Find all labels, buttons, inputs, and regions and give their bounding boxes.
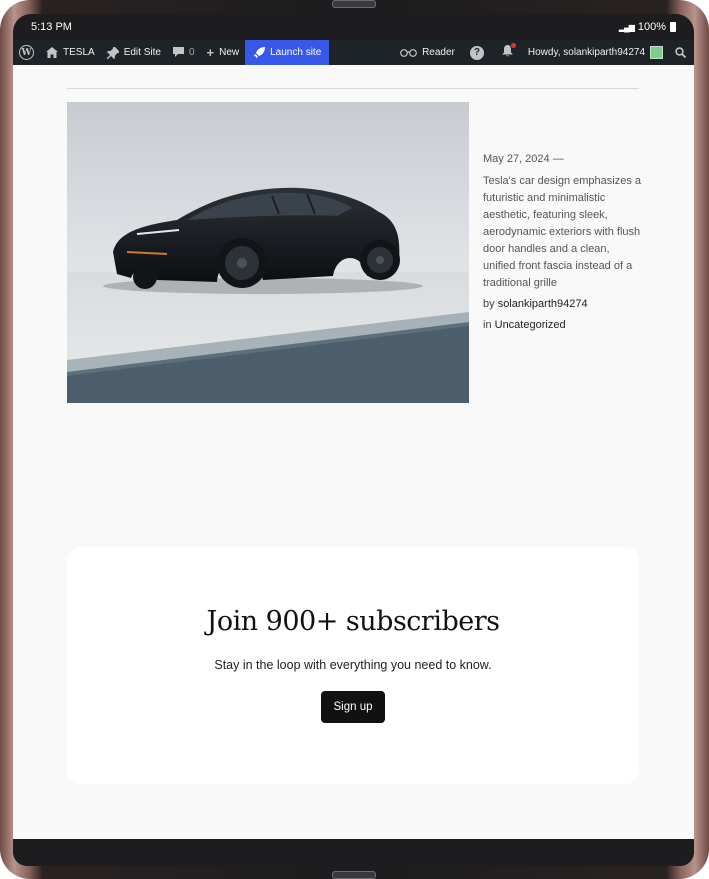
reader-glasses-icon — [400, 49, 417, 57]
subscribe-title: Join 900+ subscribers — [206, 606, 501, 637]
avatar — [650, 46, 663, 59]
content-divider — [67, 88, 639, 89]
in-prefix: in — [483, 319, 492, 331]
subscribe-card: Join 900+ subscribers Stay in the loop w… — [67, 547, 639, 784]
new-content-link[interactable]: + New — [201, 40, 246, 65]
search-icon — [675, 47, 686, 58]
by-prefix: by — [483, 298, 495, 310]
edit-site-label: Edit Site — [123, 47, 161, 58]
new-label: New — [219, 47, 240, 58]
wp-admin-bar: W TESLA Edit Site 0 + New Launch site Re… — [13, 40, 694, 65]
page-content: May 27, 2024 — Tesla's car design emphas… — [13, 65, 694, 839]
signal-icon: ▂▄▆ — [618, 22, 635, 32]
launch-site-label: Launch site — [270, 47, 322, 58]
reader-label: Reader — [422, 47, 455, 58]
sign-up-button[interactable]: Sign up — [321, 691, 385, 723]
rocket-icon — [253, 46, 266, 58]
post-category-line: in Uncategorized — [483, 317, 643, 334]
site-name-link[interactable]: TESLA — [40, 40, 101, 65]
comment-bubble-icon — [172, 47, 184, 57]
post-excerpt: Tesla's car design emphasizes a futurist… — [483, 175, 642, 289]
post-date[interactable]: May 27, 2024 — — [483, 153, 643, 165]
comments-link[interactable]: 0 — [167, 40, 201, 65]
reader-link[interactable]: Reader — [394, 40, 461, 65]
wordpress-menu[interactable]: W — [13, 40, 40, 65]
comments-count: 0 — [188, 47, 195, 58]
battery-percent: 100% — [637, 21, 666, 33]
author-link[interactable]: solankiparth94274 — [498, 298, 588, 310]
notification-dot — [510, 43, 516, 48]
bell-icon — [501, 43, 516, 60]
featured-image-tesla-car[interactable] — [67, 102, 469, 403]
edit-site-link[interactable]: Edit Site — [101, 40, 167, 65]
status-bar: 5:13 PM ▂▄▆ 100% — [13, 14, 694, 40]
hinge-top — [332, 0, 376, 8]
home-icon — [46, 47, 58, 58]
post-meta: May 27, 2024 — Tesla's car design emphas… — [483, 153, 643, 334]
plus-icon: + — [206, 45, 215, 60]
screen: 5:13 PM ▂▄▆ 100% W TESLA Edit Site 0 + N… — [13, 14, 694, 866]
category-link[interactable]: Uncategorized — [495, 319, 566, 331]
notifications-button[interactable] — [493, 40, 522, 65]
hinge-bottom — [332, 871, 376, 879]
site-name: TESLA — [63, 47, 95, 58]
howdy-label: Howdy, solankiparth94274 — [527, 47, 645, 58]
wordpress-logo-icon: W — [19, 45, 34, 60]
post-author-line: by solankiparth94274 — [483, 296, 643, 313]
bottom-bezel — [13, 839, 694, 866]
search-button[interactable] — [669, 40, 694, 65]
battery-icon — [670, 22, 676, 32]
help-button[interactable]: ? — [461, 40, 493, 65]
account-menu[interactable]: Howdy, solankiparth94274 — [522, 40, 669, 65]
status-time: 5:13 PM — [31, 21, 72, 33]
help-icon: ? — [469, 45, 484, 60]
tablet-frame: 5:13 PM ▂▄▆ 100% W TESLA Edit Site 0 + N… — [0, 0, 709, 879]
pin-icon — [106, 46, 119, 59]
subscribe-subtitle: Stay in the loop with everything you nee… — [214, 658, 492, 672]
launch-site-button[interactable]: Launch site — [245, 40, 330, 65]
